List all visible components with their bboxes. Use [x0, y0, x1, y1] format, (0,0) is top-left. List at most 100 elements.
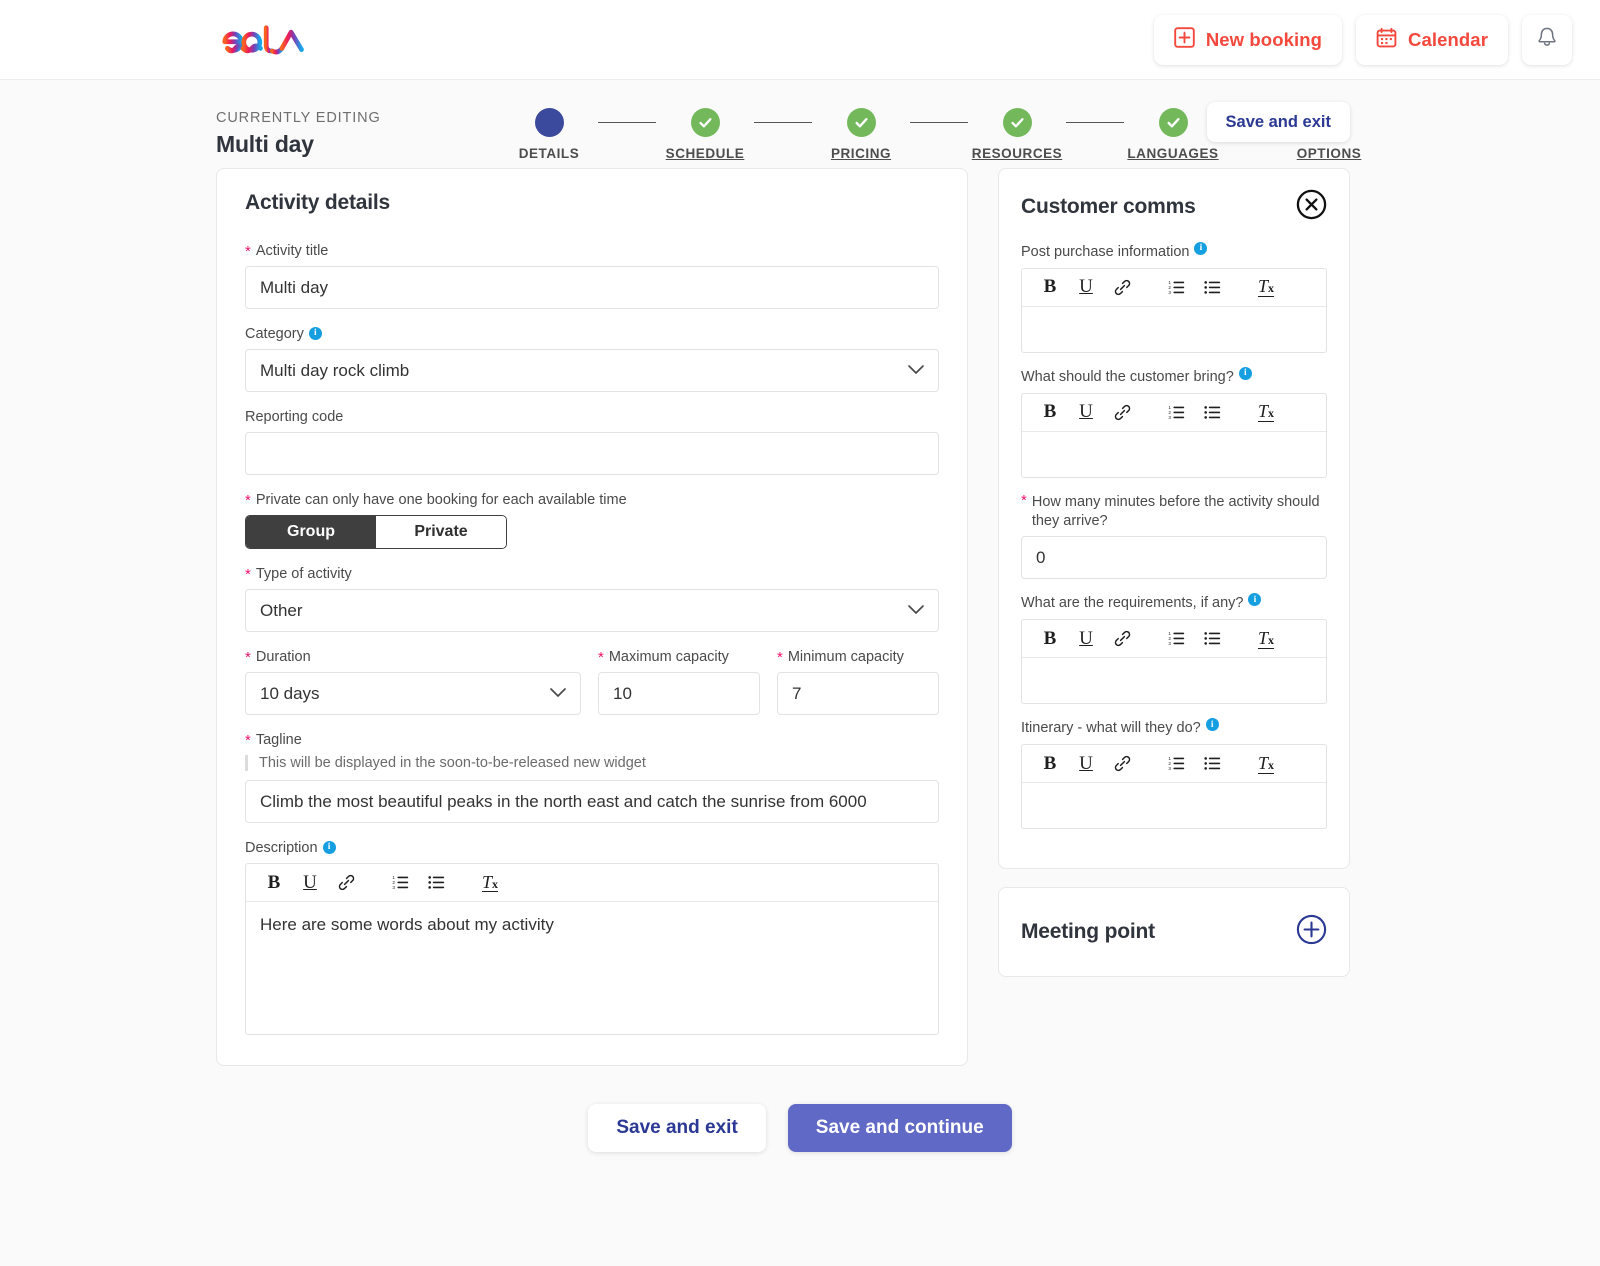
info-icon[interactable]: i — [1248, 593, 1262, 607]
stepper-connector — [598, 122, 656, 123]
duration-label: * Duration — [245, 648, 311, 666]
clear-formatting-icon[interactable]: Tx — [1250, 272, 1282, 302]
ordered-list-icon[interactable]: 123 — [384, 868, 416, 898]
customer-comms-card: Customer comms Post purchase information… — [998, 168, 1350, 870]
new-booking-button[interactable]: New booking — [1153, 14, 1343, 65]
field-duration-capacity-row: * Duration 10 days * Maximum capacity 10… — [245, 649, 939, 715]
bullet-list-icon[interactable] — [1196, 397, 1228, 427]
svg-text:3: 3 — [1168, 415, 1171, 420]
ordered-list-icon[interactable]: 123 — [1160, 749, 1192, 779]
comms-editor-body[interactable] — [1022, 307, 1326, 352]
comms-editor-body[interactable] — [1022, 783, 1326, 828]
category-select[interactable]: Multi day rock climb — [245, 349, 939, 392]
duration-select[interactable]: 10 days — [245, 672, 581, 715]
info-icon[interactable]: i — [308, 326, 322, 340]
plus-circle-icon[interactable] — [1296, 914, 1327, 950]
bold-icon[interactable]: B — [258, 868, 290, 898]
bold-icon[interactable]: B — [1034, 397, 1066, 427]
clear-formatting-icon[interactable]: Tx — [1250, 749, 1282, 779]
close-circle-icon[interactable] — [1296, 189, 1327, 225]
underline-icon[interactable]: U — [1070, 272, 1102, 302]
minimum-capacity-input[interactable] — [777, 672, 939, 715]
stepper-step-resources[interactable]: RESOURCES — [968, 108, 1066, 161]
underline-icon[interactable]: U — [294, 868, 326, 898]
bold-icon[interactable]: B — [1034, 749, 1066, 779]
link-icon[interactable] — [1106, 272, 1138, 302]
arrival-minutes-input[interactable] — [1021, 536, 1327, 580]
tagline-input[interactable] — [245, 780, 939, 823]
editing-eyebrow: CURRENTLY EDITING — [216, 110, 381, 126]
bullet-list-icon[interactable] — [420, 868, 452, 898]
bell-icon — [1535, 25, 1559, 54]
notifications-button[interactable] — [1522, 14, 1572, 65]
comms-rich-text-editor: B U 1 2 3 Tx — [1021, 267, 1327, 353]
bullet-list-icon[interactable] — [1196, 272, 1228, 302]
stepper-step-details[interactable]: DETAILS — [500, 108, 598, 161]
description-editor-body[interactable]: Here are some words about my activity — [246, 902, 938, 1034]
description-editor: B U 1 2 3 Tx Here are some words about my act… — [245, 863, 939, 1035]
editing-header: CURRENTLY EDITING Multi day DETAILS SCHED… — [0, 80, 1600, 168]
stepper-label[interactable]: SCHEDULE — [666, 146, 745, 161]
save-and-exit-button[interactable]: Save and exit — [588, 1104, 766, 1152]
link-icon[interactable] — [330, 868, 362, 898]
activity-details-card: Activity details * Activity title Catego… — [216, 168, 968, 1066]
privacy-toggle: Group Private — [245, 515, 507, 549]
save-and-exit-top-button[interactable]: Save and exit — [1206, 102, 1350, 142]
privacy-option-group[interactable]: Group — [246, 516, 376, 548]
field-description: Description i B U 1 2 3 Tx Here are some word… — [245, 840, 939, 1035]
calendar-label: Calendar — [1408, 28, 1488, 50]
step-complete-check-icon[interactable] — [690, 108, 720, 137]
reporting-code-input[interactable] — [245, 432, 939, 475]
bold-icon[interactable]: B — [1034, 272, 1066, 302]
step-complete-check-icon[interactable] — [1002, 108, 1032, 137]
comms-editor-body[interactable] — [1022, 432, 1326, 477]
comms-field-label-text: Itinerary - what will they do? — [1021, 720, 1201, 737]
privacy-option-private[interactable]: Private — [376, 516, 506, 548]
stepper-label[interactable]: OPTIONS — [1297, 146, 1362, 161]
clear-formatting-icon[interactable]: Tx — [1250, 397, 1282, 427]
bullet-list-icon[interactable] — [1196, 624, 1228, 654]
info-icon[interactable]: i — [1205, 718, 1219, 732]
comms-field-label: What should the customer bring? i — [1021, 366, 1327, 387]
activity-title-input[interactable] — [245, 266, 939, 309]
info-icon[interactable]: i — [1194, 242, 1208, 255]
save-and-continue-button[interactable]: Save and continue — [787, 1104, 1012, 1152]
comms-editor-body[interactable] — [1022, 658, 1326, 703]
ordered-list-icon[interactable]: 123 — [1160, 397, 1192, 427]
stepper-step-pricing[interactable]: PRICING — [812, 108, 910, 161]
clear-formatting-icon[interactable]: Tx — [474, 868, 506, 898]
stepper-label[interactable]: LANGUAGES — [1127, 146, 1218, 161]
required-asterisk: * — [245, 731, 251, 749]
tagline-helper-text: This will be displayed in the soon-to-be… — [245, 755, 939, 771]
type-of-activity-select[interactable]: Other — [245, 589, 939, 632]
underline-icon[interactable]: U — [1070, 624, 1102, 654]
ordered-list-icon[interactable]: 123 — [1160, 624, 1192, 654]
comms-field-label: Post purchase information i — [1021, 242, 1327, 262]
new-booking-label: New booking — [1205, 28, 1323, 50]
underline-icon[interactable]: U — [1070, 749, 1102, 779]
maximum-capacity-input[interactable] — [598, 672, 760, 715]
link-icon[interactable] — [1106, 749, 1138, 779]
plus-square-icon — [1174, 26, 1195, 53]
info-icon[interactable]: i — [1238, 366, 1252, 380]
ordered-list-icon[interactable]: 123 — [1160, 272, 1192, 302]
info-icon[interactable]: i — [322, 840, 336, 854]
eola-logo[interactable] — [216, 18, 312, 62]
link-icon[interactable] — [1106, 397, 1138, 427]
stepper-step-schedule[interactable]: SCHEDULE — [656, 108, 754, 161]
footer-actions: Save and exit Save and continue — [0, 1104, 1600, 1152]
underline-icon[interactable]: U — [1070, 397, 1102, 427]
step-complete-check-icon[interactable] — [846, 108, 876, 137]
field-type-of-activity: * Type of activity Other — [245, 566, 939, 632]
comms-field-label-text: How many minutes before the activity sho… — [1031, 493, 1320, 529]
bullet-list-icon[interactable] — [1196, 749, 1228, 779]
field-tagline: * Tagline This will be displayed in the … — [245, 732, 939, 823]
step-complete-check-icon[interactable] — [1158, 108, 1188, 137]
bold-icon[interactable]: B — [1034, 624, 1066, 654]
clear-formatting-icon[interactable]: Tx — [1250, 624, 1282, 654]
stepper-label[interactable]: PRICING — [831, 146, 891, 161]
step-active-dot-icon[interactable] — [534, 108, 564, 137]
link-icon[interactable] — [1106, 624, 1138, 654]
stepper-label[interactable]: RESOURCES — [972, 146, 1062, 161]
calendar-button[interactable]: Calendar — [1356, 14, 1508, 65]
